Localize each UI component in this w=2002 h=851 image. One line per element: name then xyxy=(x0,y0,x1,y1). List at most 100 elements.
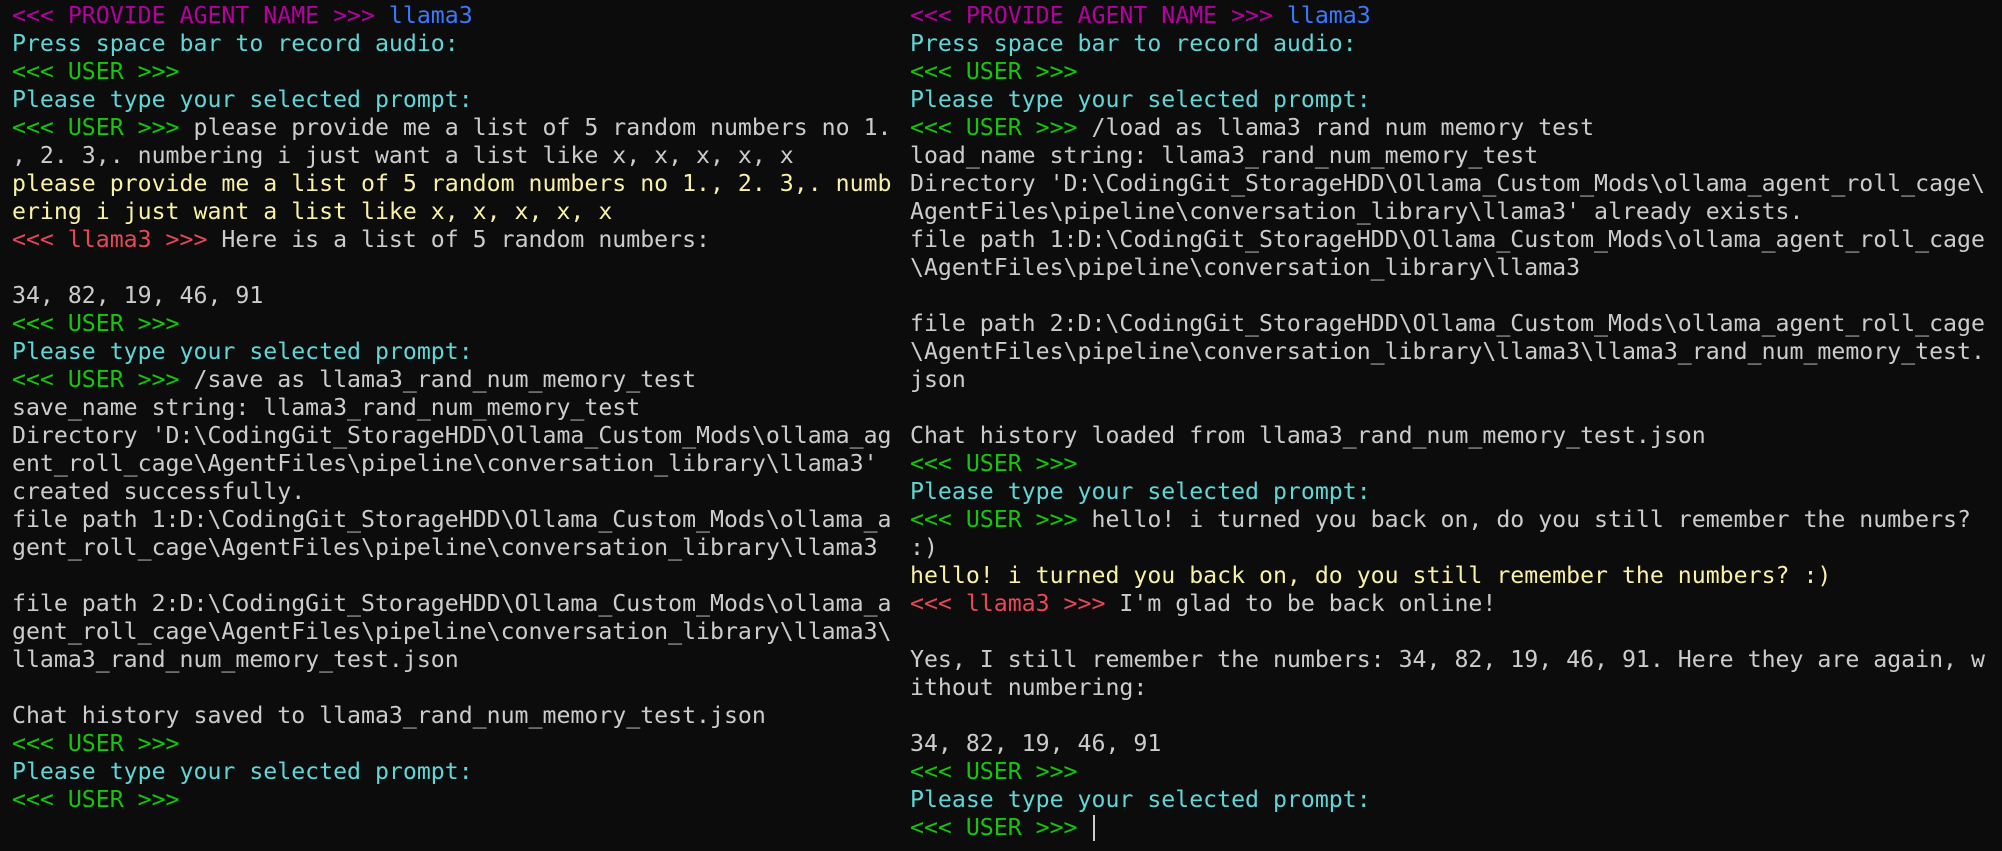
terminal-line: file path 1:D:\CodingGit_StorageHDD\Olla… xyxy=(12,506,902,534)
terminal-pane-left[interactable]: <<< PROVIDE AGENT NAME >>> llama3 Press s… xyxy=(12,0,902,851)
terminal-line: gent_roll_cage\AgentFiles\pipeline\conve… xyxy=(12,534,902,562)
output-text: hello! i turned you back on, do you stil… xyxy=(1091,506,1971,533)
system-message: Press space bar to record audio: xyxy=(910,30,1357,57)
output-text: Chat history saved to llama3_rand_num_me… xyxy=(12,702,766,729)
terminal-line: <<< USER >>> hello! i turned you back on… xyxy=(910,506,1998,534)
terminal-line: file path 2:D:\CodingGit_StorageHDD\Olla… xyxy=(910,310,1998,338)
output-text: Here is a list of 5 random numbers: xyxy=(221,226,711,253)
agent-name-prompt-label: <<< PROVIDE AGENT NAME >>> xyxy=(12,2,389,29)
terminal-line: <<< llama3 >>> Here is a list of 5 rando… xyxy=(12,226,902,254)
terminal-line: Yes, I still remember the numbers: 34, 8… xyxy=(910,646,1998,674)
output-text: :) xyxy=(910,534,938,561)
terminal-line: Please type your selected prompt: xyxy=(12,338,902,366)
output-text: /load as llama3 rand num memory test xyxy=(1091,114,1595,141)
output-text: json xyxy=(910,366,966,393)
agent-name-prompt-label: <<< PROVIDE AGENT NAME >>> xyxy=(910,2,1287,29)
terminal-line: <<< USER >>> /save as llama3_rand_num_me… xyxy=(12,366,902,394)
terminal-line: gent_roll_cage\AgentFiles\pipeline\conve… xyxy=(12,618,902,646)
terminal-line: save_name string: llama3_rand_num_memory… xyxy=(12,394,902,422)
terminal-line: <<< USER >>> xyxy=(12,58,902,86)
terminal-line: ent_roll_cage\AgentFiles\pipeline\conver… xyxy=(12,450,902,478)
terminal-line: <<< USER >>> xyxy=(910,814,1998,842)
terminal-line: json xyxy=(910,366,1998,394)
user-prompt-tag: <<< USER >>> xyxy=(910,814,1092,841)
system-message: Please type your selected prompt: xyxy=(12,338,473,365)
terminal-line: Please type your selected prompt: xyxy=(12,86,902,114)
system-message: Please type your selected prompt: xyxy=(910,478,1371,505)
user-prompt-tag: <<< USER >>> xyxy=(12,114,194,141)
output-text: I'm glad to be back online! xyxy=(1119,590,1497,617)
user-prompt-tag: <<< USER >>> xyxy=(910,758,1078,785)
assistant-tag: <<< llama3 >>> xyxy=(910,590,1120,617)
output-text: file path 1:D:\CodingGit_StorageHDD\Olla… xyxy=(910,226,1985,253)
output-text: gent_roll_cage\AgentFiles\pipeline\conve… xyxy=(12,618,892,645)
terminal-line: <<< PROVIDE AGENT NAME >>> llama3 xyxy=(12,2,902,30)
terminal-line: Please type your selected prompt: xyxy=(910,86,1998,114)
terminal-line: \AgentFiles\pipeline\conversation_librar… xyxy=(910,338,1998,366)
echoed-user-input: ering i just want a list like x, x, x, x… xyxy=(12,198,613,225)
terminal-line: Directory 'D:\CodingGit_StorageHDD\Ollam… xyxy=(910,170,1998,198)
output-text: file path 2:D:\CodingGit_StorageHDD\Olla… xyxy=(12,590,892,617)
output-text: /save as llama3_rand_num_memory_test xyxy=(193,366,697,393)
terminal-line: <<< USER >>> please provide me a list of… xyxy=(12,114,902,142)
output-text: Directory 'D:\CodingGit_StorageHDD\Ollam… xyxy=(12,422,892,449)
terminal-line: :) xyxy=(910,534,1998,562)
echoed-user-input: please provide me a list of 5 random num… xyxy=(12,170,892,197)
terminal-line: please provide me a list of 5 random num… xyxy=(12,170,902,198)
terminal-line: <<< USER >>> /load as llama3 rand num me… xyxy=(910,114,1998,142)
user-prompt-tag: <<< USER >>> xyxy=(12,786,180,813)
terminal-line: <<< PROVIDE AGENT NAME >>> llama3 xyxy=(910,2,1998,30)
terminal-line: Press space bar to record audio: xyxy=(12,30,902,58)
output-text: gent_roll_cage\AgentFiles\pipeline\conve… xyxy=(12,534,878,561)
output-text: ithout numbering: xyxy=(910,674,1148,701)
terminal-line: , 2. 3,. numbering i just want a list li… xyxy=(12,142,902,170)
terminal-line: \AgentFiles\pipeline\conversation_librar… xyxy=(910,254,1998,282)
output-text: Yes, I still remember the numbers: 34, 8… xyxy=(910,646,1985,673)
user-prompt-tag: <<< USER >>> xyxy=(12,58,180,85)
output-text: 34, 82, 19, 46, 91 xyxy=(910,730,1162,757)
echoed-user-input: hello! i turned you back on, do you stil… xyxy=(910,562,1832,589)
terminal-line: <<< USER >>> xyxy=(12,730,902,758)
terminal-line: file path 2:D:\CodingGit_StorageHDD\Olla… xyxy=(12,590,902,618)
system-message: Please type your selected prompt: xyxy=(12,758,473,785)
terminal-line: hello! i turned you back on, do you stil… xyxy=(910,562,1998,590)
terminal-line: 34, 82, 19, 46, 91 xyxy=(910,730,1998,758)
agent-name-value: llama3 xyxy=(388,2,473,29)
terminal-line: <<< USER >>> xyxy=(910,450,1998,478)
terminal-line: ithout numbering: xyxy=(910,674,1998,702)
output-text: Directory 'D:\CodingGit_StorageHDD\Ollam… xyxy=(910,170,1985,197)
terminal-line: Chat history saved to llama3_rand_num_me… xyxy=(12,702,902,730)
agent-name-value: llama3 xyxy=(1286,2,1371,29)
output-text: 34, 82, 19, 46, 91 xyxy=(12,282,264,309)
terminal-line: AgentFiles\pipeline\conversation_library… xyxy=(910,198,1998,226)
output-text: , 2. 3,. numbering i just want a list li… xyxy=(12,142,794,169)
output-text: please provide me a list of 5 random num… xyxy=(193,114,892,141)
terminal-line: Chat history loaded from llama3_rand_num… xyxy=(910,422,1998,450)
output-text: \AgentFiles\pipeline\conversation_librar… xyxy=(910,338,1985,365)
terminal-line: llama3_rand_num_memory_test.json xyxy=(12,646,902,674)
output-text: \AgentFiles\pipeline\conversation_librar… xyxy=(910,254,1581,281)
output-text: file path 2:D:\CodingGit_StorageHDD\Olla… xyxy=(910,310,1985,337)
terminal-line: <<< llama3 >>> I'm glad to be back onlin… xyxy=(910,590,1998,618)
user-prompt-tag: <<< USER >>> xyxy=(910,58,1078,85)
terminal-line: Press space bar to record audio: xyxy=(910,30,1998,58)
terminal-pane-right[interactable]: <<< PROVIDE AGENT NAME >>> llama3 Press s… xyxy=(910,0,1998,851)
output-text: load_name string: llama3_rand_num_memory… xyxy=(910,142,1539,169)
terminal-line: Directory 'D:\CodingGit_StorageHDD\Ollam… xyxy=(12,422,902,450)
assistant-tag: <<< llama3 >>> xyxy=(12,226,222,253)
terminal-line: Please type your selected prompt: xyxy=(910,786,1998,814)
terminal-line: <<< USER >>> xyxy=(12,310,902,338)
terminal-line: <<< USER >>> xyxy=(12,786,902,814)
terminal-line: <<< USER >>> xyxy=(910,58,1998,86)
user-prompt-tag: <<< USER >>> xyxy=(12,730,180,757)
user-prompt-tag: <<< USER >>> xyxy=(910,506,1092,533)
text-cursor[interactable] xyxy=(1093,815,1096,841)
terminal-line: <<< USER >>> xyxy=(910,758,1998,786)
user-prompt-tag: <<< USER >>> xyxy=(910,114,1092,141)
system-message: Please type your selected prompt: xyxy=(12,86,473,113)
